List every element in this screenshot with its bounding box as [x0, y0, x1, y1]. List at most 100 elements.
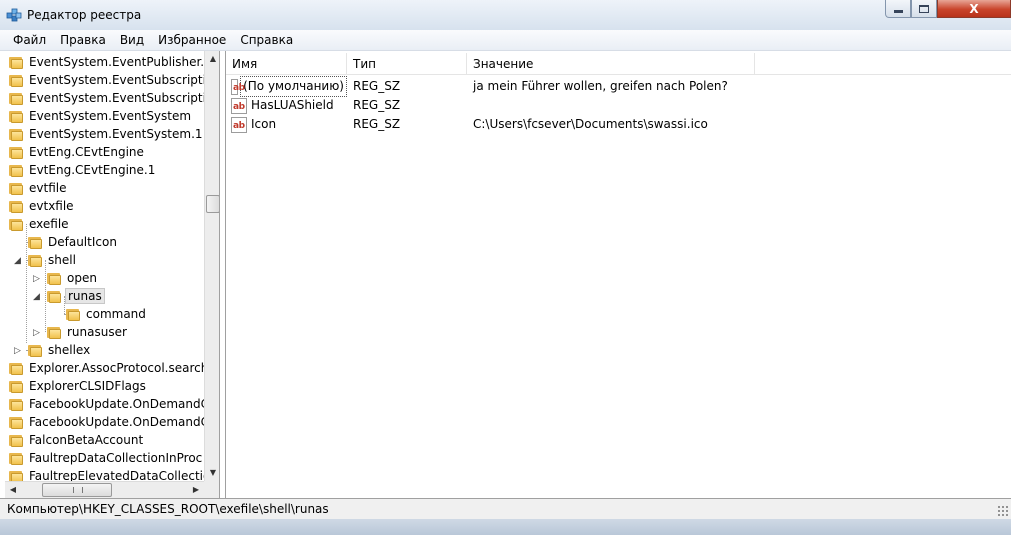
scroll-thumb[interactable]: [42, 483, 112, 497]
folder-open-icon: [46, 289, 62, 303]
value-type: REG_SZ: [353, 117, 401, 131]
folder-icon: [8, 361, 24, 375]
tree-item[interactable]: EvtEng.CEvtEngine.1: [8, 161, 157, 179]
folder-icon: [8, 217, 24, 231]
folder-icon: [8, 379, 24, 393]
tree-item-label: FacebookUpdate.OnDemandCOI: [29, 415, 204, 429]
tree-item[interactable]: EventSystem.EventSystem: [8, 107, 193, 125]
value-name: (По умолчанию): [240, 76, 347, 97]
tree-item-label: runasuser: [67, 325, 127, 339]
string-value-icon: ab: [231, 97, 247, 114]
values-list[interactable]: Имя Тип Значение ab (По умолчанию) REG_S…: [226, 51, 1011, 498]
value-name: HasLUAShield: [251, 98, 334, 112]
cell-name: ab (По умолчанию): [226, 76, 347, 97]
menu-favorites[interactable]: Избранное: [151, 30, 233, 51]
tree-item[interactable]: shellex: [27, 341, 92, 359]
folder-icon: [8, 73, 24, 87]
status-path: Компьютер\HKEY_CLASSES_ROOT\exefile\shel…: [7, 502, 329, 516]
expand-arrow-icon[interactable]: ▷: [32, 328, 41, 338]
tree-item-label: FaultrepElevatedDataCollection: [29, 469, 204, 481]
folder-icon: [8, 469, 24, 481]
tree-item[interactable]: EventSystem.EventSubscription.1: [8, 89, 204, 107]
tree-item-label: Explorer.AssocProtocol.search-m: [29, 361, 204, 375]
tree-item[interactable]: FacebookUpdate.OnDemandCOI: [8, 395, 204, 413]
tree-item[interactable]: evtfile: [8, 179, 68, 197]
tree-item[interactable]: FaultrepDataCollectionInProc: [8, 449, 204, 467]
tree-item-label: EvtEng.CEvtEngine.1: [29, 163, 156, 177]
collapse-arrow-icon[interactable]: ◢: [13, 256, 22, 266]
folder-icon: [8, 199, 24, 213]
tree-item-label: EvtEng.CEvtEngine: [29, 145, 144, 159]
tree-item[interactable]: command: [65, 305, 148, 323]
tree-item[interactable]: Explorer.AssocProtocol.search-m: [8, 359, 204, 377]
scrollbar-corner: [204, 481, 219, 498]
title-bar[interactable]: Редактор реестра X: [0, 0, 1011, 30]
folder-icon: [8, 145, 24, 159]
tree-item-label: shellex: [48, 343, 91, 357]
tree-item[interactable]: evtxfile: [8, 197, 76, 215]
tree-item[interactable]: DefaultIcon: [27, 233, 119, 251]
regedit-icon: [6, 8, 22, 22]
expand-arrow-icon[interactable]: ▷: [32, 274, 41, 284]
tree-item[interactable]: open: [46, 269, 99, 287]
tree-item[interactable]: EvtEng.CEvtEngine: [8, 143, 146, 161]
tree-item-label: evtfile: [29, 181, 67, 195]
scroll-right-arrow-icon[interactable]: ▶: [188, 482, 204, 498]
close-button[interactable]: X: [937, 0, 1011, 18]
tree-horizontal-scrollbar[interactable]: ◀ ▶: [5, 481, 204, 498]
tree-item[interactable]: EventSystem.EventSystem.1: [8, 125, 204, 143]
registry-tree[interactable]: EventSystem.EventPublisher.1 EventSystem…: [5, 51, 220, 498]
scroll-down-arrow-icon[interactable]: ▼: [205, 465, 219, 481]
minimize-icon: [893, 10, 903, 13]
maximize-button[interactable]: [911, 0, 937, 18]
tree-item-selected[interactable]: runas: [46, 287, 105, 305]
folder-icon: [65, 307, 81, 321]
folder-icon: [8, 415, 24, 429]
column-header-type[interactable]: Тип: [347, 53, 467, 75]
list-row[interactable]: ab HasLUAShield REG_SZ: [226, 96, 1011, 115]
window-controls: X: [885, 0, 1011, 20]
tree-item[interactable]: EventSystem.EventPublisher.1: [8, 53, 204, 71]
menu-view[interactable]: Вид: [113, 30, 151, 51]
tree-item[interactable]: shell: [27, 251, 78, 269]
tree-item-label: FaultrepDataCollectionInProc: [29, 451, 203, 465]
close-icon: X: [969, 1, 979, 16]
tree-item-label: EventSystem.EventSystem: [29, 109, 192, 123]
scroll-left-arrow-icon[interactable]: ◀: [5, 482, 21, 498]
tree-item-label: ExplorerCLSIDFlags: [29, 379, 146, 393]
minimize-button[interactable]: [885, 0, 911, 18]
tree-item-label: EventSystem.EventSubscription: [29, 73, 204, 87]
tree-item[interactable]: EventSystem.EventSubscription: [8, 71, 204, 89]
folder-icon: [8, 127, 24, 141]
scroll-up-arrow-icon[interactable]: ▲: [205, 51, 219, 67]
tree-item[interactable]: FalconBetaAccount: [8, 431, 145, 449]
folder-icon: [27, 343, 43, 357]
string-value-icon: ab: [231, 116, 247, 133]
folder-icon: [27, 253, 43, 267]
resize-grip-icon[interactable]: [997, 505, 1009, 517]
tree-item[interactable]: exefile: [8, 215, 71, 233]
window-bottom-border: [0, 519, 1011, 535]
expand-arrow-icon[interactable]: ▷: [13, 346, 22, 356]
string-value-icon: ab: [231, 78, 245, 95]
list-row[interactable]: ab (По умолчанию) REG_SZ ja mein Führer …: [226, 76, 1011, 97]
tree-item[interactable]: FaultrepElevatedDataCollection: [8, 467, 204, 481]
scroll-thumb[interactable]: [206, 195, 219, 213]
tree-item[interactable]: ExplorerCLSIDFlags: [8, 377, 148, 395]
collapse-arrow-icon[interactable]: ◢: [32, 292, 41, 302]
status-bar: Компьютер\HKEY_CLASSES_ROOT\exefile\shel…: [0, 498, 1011, 519]
value-data: ja mein Führer wollen, greifen nach Pole…: [473, 79, 728, 93]
column-header-value[interactable]: Значение: [467, 53, 755, 75]
tree-item[interactable]: runasuser: [46, 323, 129, 341]
column-header-name[interactable]: Имя: [226, 53, 347, 75]
menu-file[interactable]: Файл: [6, 30, 53, 51]
folder-icon: [8, 397, 24, 411]
folder-icon: [8, 163, 24, 177]
tree-item[interactable]: FacebookUpdate.OnDemandCOI: [8, 413, 204, 431]
folder-icon: [8, 451, 24, 465]
menu-help[interactable]: Справка: [233, 30, 300, 51]
tree-item-label: open: [67, 271, 97, 285]
list-row[interactable]: ab Icon REG_SZ C:\Users\fcsever\Document…: [226, 115, 1011, 134]
tree-vertical-scrollbar[interactable]: ▲ ▼: [204, 51, 219, 481]
menu-edit[interactable]: Правка: [53, 30, 113, 51]
